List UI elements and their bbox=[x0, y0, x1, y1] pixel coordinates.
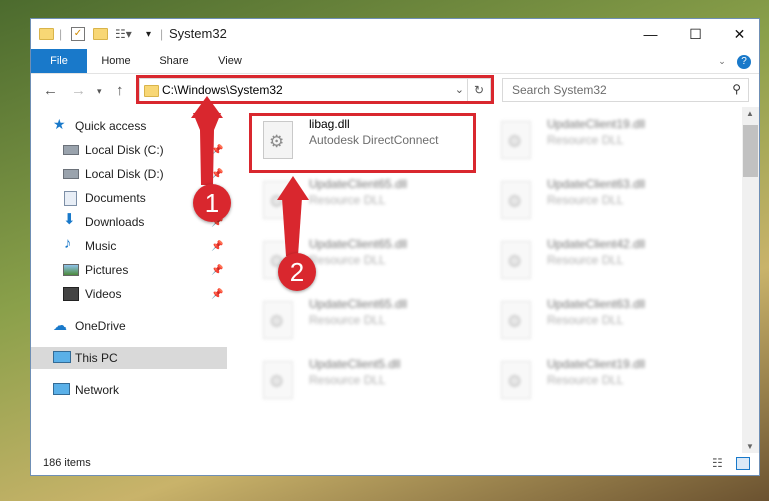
arrow-1-head bbox=[191, 96, 223, 118]
annotation-arrows bbox=[191, 96, 309, 256]
step-2-badge: 2 bbox=[278, 253, 316, 291]
arrow-2-head bbox=[277, 176, 309, 200]
step-1-badge: 1 bbox=[193, 184, 231, 222]
arrow-1 bbox=[193, 113, 221, 185]
arrow-2 bbox=[282, 198, 302, 256]
